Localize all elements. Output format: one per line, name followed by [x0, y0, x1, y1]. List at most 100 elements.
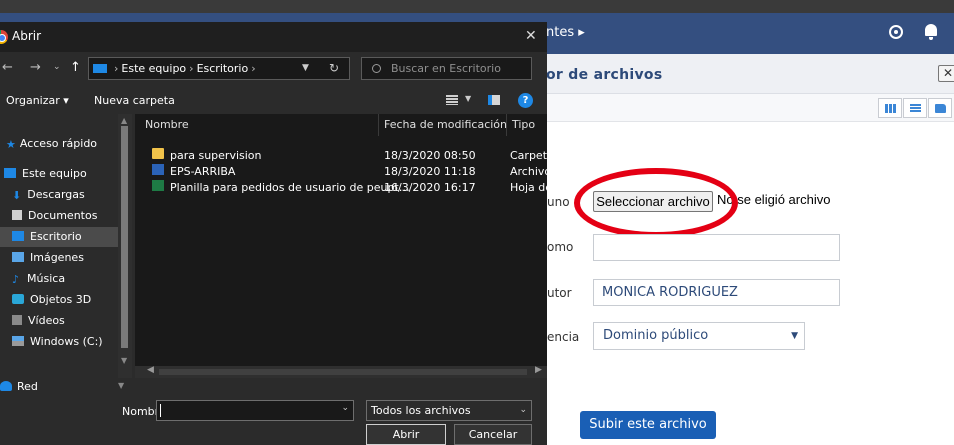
file-name: para supervision — [170, 149, 262, 162]
download-icon: ⬇ — [12, 189, 22, 202]
license-value: Dominio público — [603, 328, 709, 343]
filename-dropdown-icon[interactable]: ⌄ — [341, 403, 349, 413]
video-icon — [12, 315, 22, 325]
dialog-title: Abrir — [12, 29, 42, 43]
file-type-value: Todos los archivos — [371, 404, 471, 417]
nav-item-videos[interactable]: Vídeos — [0, 311, 118, 331]
nav-item-this-pc[interactable]: Este equipo — [0, 164, 118, 184]
nav-item-desktop[interactable]: Escritorio — [0, 227, 118, 247]
nav-label: Acceso rápido — [19, 137, 98, 150]
chevron-down-icon: ▼ — [791, 331, 798, 341]
nav-label: Red — [17, 380, 38, 393]
nav-item-downloads[interactable]: ⬇ Descargas — [0, 185, 118, 205]
file-type: Archivo — [510, 165, 547, 178]
cancel-button[interactable]: Cancelar — [454, 424, 532, 445]
preview-pane-icon[interactable] — [488, 95, 500, 105]
nav-item-network[interactable]: Red ▼ — [0, 379, 132, 395]
nav-item-windows-drive[interactable]: Windows (C:) — [0, 332, 118, 352]
volume-label: omo — [547, 240, 574, 254]
license-label: encia — [547, 330, 580, 344]
search-placeholder: Buscar en Escritorio — [391, 62, 501, 75]
address-bar[interactable]: › Este equipo › Escritorio › ▼ ↻ — [88, 57, 350, 80]
file-type: Hoja de — [510, 181, 547, 194]
nav-item-images[interactable]: Imágenes — [0, 248, 118, 268]
document-icon — [12, 210, 22, 220]
file-list: ^ Nombre Fecha de modificación Tipo para… — [135, 114, 547, 366]
organize-button[interactable]: Organizar ▾ — [6, 94, 69, 107]
file-row[interactable]: para supervision 18/3/2020 08:50 Carpeta — [135, 148, 547, 164]
folder-view-button[interactable] — [928, 98, 952, 118]
folder-icon — [152, 148, 164, 159]
folder-icon — [935, 104, 946, 113]
navigation-pane: ★ Acceso rápido Este equipo ⬇ Descargas Do… — [0, 114, 132, 378]
page-title: or de archivos — [546, 67, 663, 83]
grid-view-button[interactable] — [878, 98, 902, 118]
cube-icon — [12, 294, 24, 304]
nav-item-quick-access[interactable]: ★ Acceso rápido — [0, 134, 118, 154]
forward-arrow-icon[interactable]: → — [30, 60, 41, 75]
close-icon[interactable]: ✕ — [938, 65, 954, 82]
upload-file-button[interactable]: Subir este archivo — [580, 411, 716, 439]
file-name: Planilla para pedidos de usuario de peup… — [170, 181, 410, 194]
volume-input[interactable] — [593, 234, 840, 261]
scroll-thumb[interactable] — [121, 126, 128, 348]
red-highlight-ellipse — [574, 168, 738, 238]
back-arrow-icon[interactable]: ← — [2, 60, 13, 75]
column-header-date[interactable]: Fecha de modificación — [379, 114, 507, 136]
nav-item-documents[interactable]: Documentos — [0, 206, 118, 226]
view-options-icon[interactable] — [446, 95, 458, 105]
file-type: Carpeta — [510, 149, 547, 162]
nav-item-3d-objects[interactable]: Objetos 3D — [0, 290, 118, 310]
file-date: 16/3/2020 16:17 — [384, 181, 476, 194]
excel-file-icon — [152, 180, 164, 191]
scroll-left-icon[interactable]: ◀ — [147, 365, 154, 375]
column-header-name[interactable]: Nombre — [135, 114, 379, 136]
license-select[interactable]: Dominio público ▼ — [593, 322, 805, 350]
refresh-icon[interactable]: ↻ — [329, 58, 339, 79]
scroll-up-icon[interactable]: ▲ — [121, 116, 127, 125]
address-part-desktop[interactable]: Escritorio — [197, 62, 249, 75]
help-icon[interactable]: ? — [518, 93, 533, 108]
recent-dropdown-icon[interactable]: ⌄ — [53, 62, 61, 72]
help-circle-icon[interactable] — [889, 25, 903, 39]
search-input[interactable]: Buscar en Escritorio — [361, 57, 532, 80]
horizontal-scroll-thumb[interactable] — [159, 369, 527, 375]
file-row[interactable]: EPS-ARRIBA 18/3/2020 11:18 Archivo — [135, 164, 547, 180]
address-part-pc[interactable]: Este equipo — [121, 62, 186, 75]
file-label: uno — [547, 195, 570, 209]
scroll-right-icon[interactable]: ▶ — [535, 365, 542, 375]
horizontal-scrollbar[interactable]: ◀ ▶ — [135, 365, 547, 378]
nav-label: Vídeos — [28, 314, 65, 327]
nav-item-music[interactable]: ♪ Música — [0, 269, 118, 289]
list-view-button[interactable] — [903, 98, 927, 118]
star-icon: ★ — [6, 138, 16, 151]
view-dropdown-icon[interactable]: ▼ — [465, 94, 471, 103]
nav-label: Objetos 3D — [30, 293, 92, 306]
network-icon — [0, 381, 12, 391]
pc-icon — [4, 168, 16, 178]
nav-label: Escritorio — [30, 230, 82, 243]
open-button[interactable]: Abrir — [366, 424, 446, 445]
file-date: 18/3/2020 08:50 — [384, 149, 476, 162]
bell-icon[interactable] — [925, 24, 937, 40]
filename-input[interactable]: ⌄ — [156, 400, 354, 421]
dialog-close-button[interactable]: ✕ — [525, 28, 537, 44]
author-input[interactable]: MONICA RODRIGUEZ — [593, 279, 840, 306]
chrome-icon — [0, 30, 8, 44]
desktop-icon — [12, 231, 24, 241]
drive-icon — [12, 336, 24, 346]
breadcrumb[interactable]: ntes ▸ — [546, 25, 585, 40]
nav-label: Imágenes — [30, 251, 84, 264]
dialog-footer: Nombre: ⌄ Todos los archivos ⌄ Abrir Can… — [0, 396, 547, 445]
scroll-down-icon[interactable]: ▼ — [121, 356, 127, 365]
file-type-select[interactable]: Todos los archivos ⌄ — [366, 400, 532, 421]
nav-scroll-down-icon[interactable]: ▼ — [118, 378, 124, 394]
up-arrow-icon[interactable]: ↑ — [70, 60, 81, 75]
address-dropdown-icon[interactable]: ▼ — [302, 58, 309, 79]
nav-scrollbar[interactable]: ▲ ▼ — [118, 114, 132, 378]
file-row[interactable]: Planilla para pedidos de usuario de peup… — [135, 180, 547, 196]
new-folder-button[interactable]: Nueva carpeta — [94, 94, 175, 107]
file-name: EPS-ARRIBA — [170, 165, 236, 178]
nav-label: Windows (C:) — [30, 335, 103, 348]
column-header-type[interactable]: Tipo — [507, 114, 547, 136]
